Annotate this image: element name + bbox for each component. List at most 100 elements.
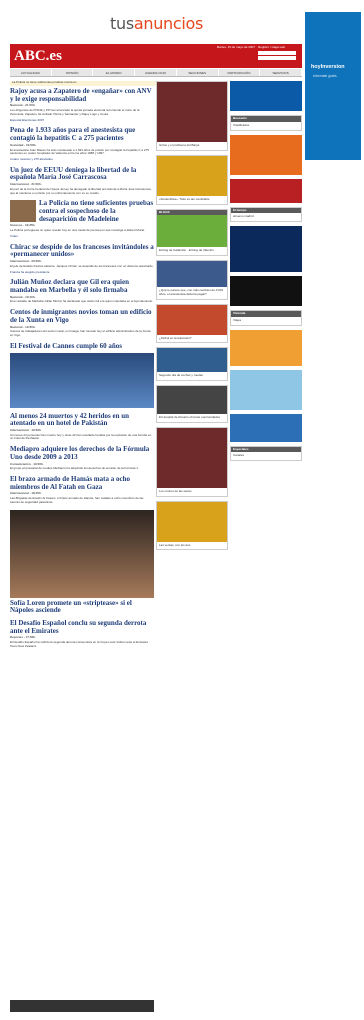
article: Julián Muñoz declara que Gil era quien m… xyxy=(10,278,154,304)
article: Un juez de EEUU deniega la libertad de l… xyxy=(10,166,154,196)
login-box: Registro / Haga web xyxy=(258,45,300,61)
box-image[interactable] xyxy=(157,348,227,373)
box-image[interactable] xyxy=(157,261,227,287)
article-body: Las Brigadas de Ezedín Al Kasam, el braz… xyxy=(10,496,144,504)
box-image[interactable] xyxy=(157,215,227,248)
nav-actualidad[interactable]: ACTUALIDAD xyxy=(10,69,52,76)
center-box: Las ventas, con los dos xyxy=(156,500,228,551)
box-text[interactable]: Gritos y el problema del Barça xyxy=(157,142,227,150)
article-body: El juez de la Corte Federal de Nueva Jer… xyxy=(10,186,152,195)
article-title[interactable]: Un juez de EEUU deniega la libertad de l… xyxy=(10,166,154,182)
nav-el-mundo[interactable]: EL MUNDO xyxy=(93,69,136,76)
search-box: Buscador Clasificados xyxy=(230,115,302,131)
box-image[interactable] xyxy=(157,386,227,414)
main-nav: ACTUALIDAD OPINIÓN EL MUNDO AGENDA OCIO … xyxy=(10,69,303,77)
footer xyxy=(10,1000,154,1012)
box-text[interactable]: ¿Qué te parece que, con más cambios de 0… xyxy=(157,287,227,299)
sofia-loren-photo[interactable] xyxy=(10,509,154,598)
article-title[interactable]: El brazo armado de Hamás mata a ocho mie… xyxy=(10,475,154,491)
article-meta: Sociedad - 19:50h. xyxy=(10,142,37,147)
article-title[interactable]: Centos de inmigrantes novios toman un ed… xyxy=(10,308,154,324)
article-title[interactable]: Al menos 24 muertos y 42 heridos en un a… xyxy=(10,412,154,428)
nav-servicios[interactable]: SERVICIOS xyxy=(260,69,303,76)
article: Al menos 24 muertos y 42 heridos en un a… xyxy=(10,412,154,442)
box-text[interactable]: Los rostros de las series xyxy=(157,488,227,496)
article-title[interactable]: Julián Muñoz declara que Gil era quien m… xyxy=(10,278,154,294)
box-image[interactable] xyxy=(157,501,227,542)
promo-ad[interactable] xyxy=(230,178,302,203)
box-text: elnuevo madrid xyxy=(233,214,254,219)
box-image[interactable] xyxy=(157,427,227,488)
nav-secciones[interactable]: SECCIONES xyxy=(177,69,219,76)
nav-opinion[interactable]: OPINIÓN xyxy=(52,69,94,76)
promo-ad[interactable] xyxy=(230,134,302,175)
article: El Desafío Español conclu su segunda der… xyxy=(10,619,154,649)
article-thumbnail[interactable] xyxy=(10,200,36,223)
article: La Policía no tiene suficientes pruebas … xyxy=(10,200,154,238)
article-body: El grupo empresarial de medios Mediapro … xyxy=(10,466,139,471)
main-column: Rajoy acusa a Zapatero de «engañar» con … xyxy=(10,87,154,654)
box-text[interactable]: El blog de Gallardón · El blog de Valent… xyxy=(157,247,227,255)
box-text[interactable]: El Hospital de Rosario obra las oportuni… xyxy=(157,414,227,422)
breaking-ticker[interactable]: La Policía no tiene suficientes pruebas … xyxy=(10,80,160,86)
box-text[interactable]: Las ventas, con los dos xyxy=(157,542,227,550)
abc-logo[interactable]: ABC.es xyxy=(14,47,62,66)
article: Chirac se despide de los franceses invit… xyxy=(10,243,154,275)
article: El brazo armado de Hamás mata a ocho mie… xyxy=(10,475,154,505)
center-box: ¿Fútbol en la televisión? xyxy=(156,303,228,344)
promo-disco[interactable] xyxy=(230,276,302,306)
promo-clasificados[interactable] xyxy=(230,81,302,111)
promo-hoteles[interactable] xyxy=(230,369,302,410)
article-title[interactable]: El Festival de Cannes cumple 60 años xyxy=(10,342,154,351)
article-title[interactable]: Rajoy acusa a Zapatero de «engañar» con … xyxy=(10,87,154,103)
blogs-box: BLOGS El blog de Gallardón · El blog de V… xyxy=(156,208,228,256)
box-link[interactable]: Canales xyxy=(231,452,301,460)
article: El Festival de Cannes cumple 60 años xyxy=(10,342,154,408)
box-text[interactable]: «Sostenibles»: Todo es tan cambiable xyxy=(157,196,227,204)
center-box: El Hospital de Rosario obra las oportuni… xyxy=(156,385,228,423)
promo-laspalmas[interactable] xyxy=(230,413,302,442)
cannes-photo[interactable] xyxy=(10,352,154,408)
article-title[interactable]: Mediapro adquiere los derechos de la Fór… xyxy=(10,445,154,461)
article-body: El jefe de Estado francés saliente, Jacq… xyxy=(10,263,154,268)
article-body: Al menos 24 personas han muerto hoy y ot… xyxy=(10,432,152,441)
box-text: Viajes xyxy=(233,317,242,322)
article-title[interactable]: Sofía Loren promete un «striptease» si e… xyxy=(10,599,154,615)
site-header: ABC.es Martes, 15 de mayo de 2007 Regist… xyxy=(10,44,302,68)
article: Sofía Loren promete un «striptease» si e… xyxy=(10,509,154,615)
hoyinversion-ad[interactable]: hoyInversion Informate gratis. xyxy=(305,12,361,160)
article-link[interactable]: Especial Elecciones 2007 xyxy=(10,118,154,123)
tusanuncios-logo[interactable]: tusanuncios xyxy=(110,14,203,34)
article-link[interactable]: Francia ha elegido presidente xyxy=(10,270,154,275)
login-pass-input[interactable] xyxy=(258,55,296,60)
nav-agenda-ocio[interactable]: AGENDA OCIO xyxy=(135,69,177,76)
article-body: El anestesista Juan Maeso ha sido conden… xyxy=(10,147,149,156)
header-date: Martes, 15 de mayo de 2007 xyxy=(216,45,255,49)
tusanuncios-banner[interactable]: tusanuncios xyxy=(10,8,302,42)
box-text[interactable]: ¿Fútbol en la televisión? xyxy=(157,335,227,343)
box-text[interactable]: Segundo día de coches y ruedas xyxy=(157,372,227,380)
box-text: Clasificados xyxy=(233,122,250,127)
article-body: El ex alcalde de Marbella Julián Muñoz h… xyxy=(10,299,154,304)
box-image[interactable] xyxy=(157,304,227,335)
article-title[interactable]: El Desafío Español conclu su segunda der… xyxy=(10,619,154,635)
article-link[interactable]: Cuatro muertos y 275 afectados xyxy=(10,157,154,162)
nav-participacion[interactable]: PARTICIPACIÓN xyxy=(219,69,261,76)
ad-subtitle: Informate gratis. xyxy=(313,74,338,78)
center-box: «Sostenibles»: Todo es tan cambiable xyxy=(156,154,228,205)
promo-abcclase[interactable] xyxy=(230,329,302,366)
article: Rajoy acusa a Zapatero de «engañar» con … xyxy=(10,87,154,123)
login-label: Registro / Haga web xyxy=(258,45,286,49)
promo-madrid[interactable] xyxy=(230,226,302,272)
video-link[interactable]: Vídeo xyxy=(10,234,154,239)
weather-box: El tiempo elnuevo madrid xyxy=(230,206,302,222)
box-image[interactable] xyxy=(157,155,227,196)
ad-title: hoyInversion xyxy=(311,64,345,70)
article-body: Cientos de trabajadores del sector naval… xyxy=(10,329,151,338)
login-user-input[interactable] xyxy=(258,50,296,55)
page: tusanuncios hoyInversion Informate grati… xyxy=(0,0,364,1020)
box-image[interactable] xyxy=(157,82,227,142)
article-title[interactable]: Pena de 1.933 años para el anestesista q… xyxy=(10,126,154,142)
article-title[interactable]: Chirac se despide de los franceses invit… xyxy=(10,243,154,259)
article: Centos de inmigrantes novios toman un ed… xyxy=(10,308,154,338)
